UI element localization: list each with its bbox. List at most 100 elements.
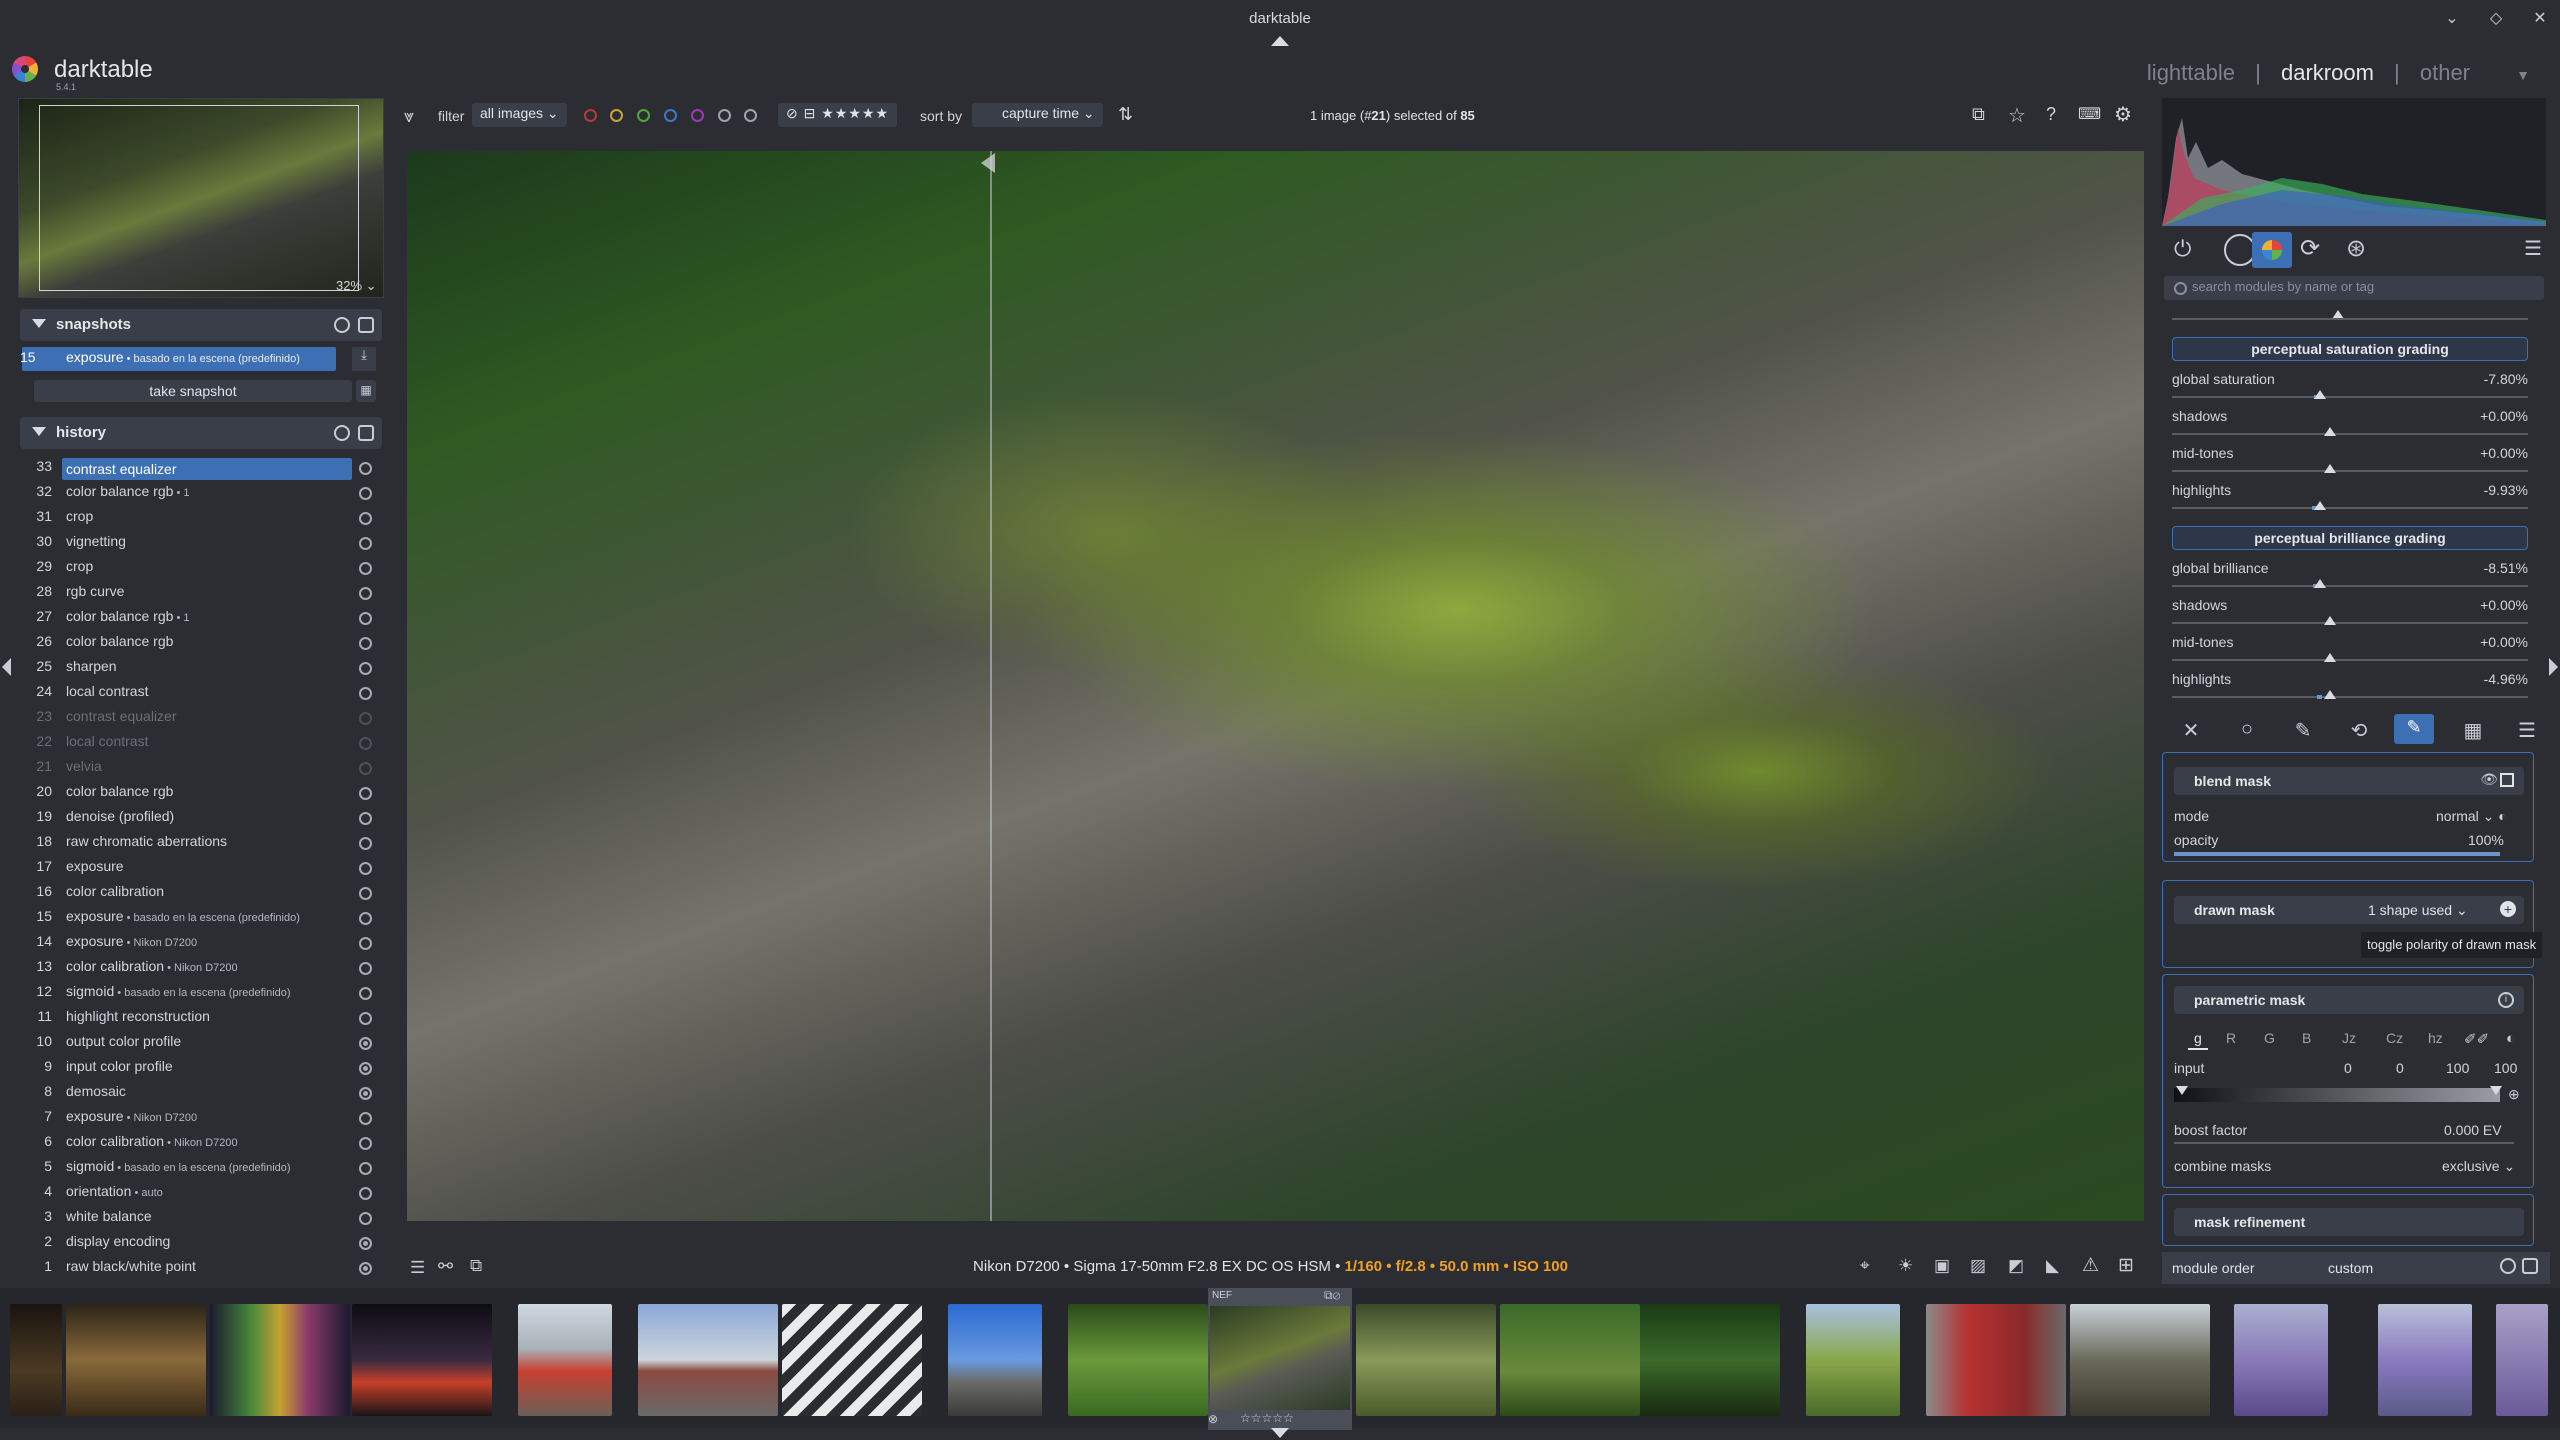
- guides-icon[interactable]: ⊞: [2118, 1254, 2134, 1277]
- brilliance-slider[interactable]: mid-tones +0.00%: [2172, 634, 2528, 670]
- color-label-gray-icon[interactable]: [718, 109, 731, 122]
- module-order-bar[interactable]: module order custom: [2162, 1252, 2550, 1284]
- history-item[interactable]: 10 output color profile: [24, 1033, 376, 1057]
- brilliance-slider[interactable]: highlights -4.96%: [2172, 671, 2528, 707]
- history-item[interactable]: 18 raw chromatic aberrations: [24, 833, 376, 857]
- channel-tab-g[interactable]: g: [2188, 1030, 2208, 1050]
- filter-dropdown[interactable]: all images ⌄: [472, 103, 567, 127]
- gear-icon[interactable]: ⚙: [2114, 102, 2132, 127]
- channel-tab-hz[interactable]: hz: [2428, 1030, 2443, 1046]
- chevron-down-icon[interactable]: ▼: [2516, 67, 2530, 83]
- history-item[interactable]: 3 white balance: [24, 1208, 376, 1232]
- keyboard-icon[interactable]: ⌨: [2078, 104, 2101, 124]
- slider-marker-icon[interactable]: [2314, 579, 2326, 588]
- navigation-viewport-frame[interactable]: [39, 105, 359, 291]
- effect-group-icon[interactable]: ⊛: [2346, 234, 2366, 263]
- color-label-yellow-icon[interactable]: [610, 109, 623, 122]
- channel-tab-b[interactable]: B: [2302, 1030, 2311, 1046]
- history-item[interactable]: 2 display encoding: [24, 1233, 376, 1257]
- filmstrip-thumbnail[interactable]: [66, 1304, 206, 1416]
- color-picker-icon[interactable]: ✐✐: [2464, 1030, 2489, 1048]
- history-item[interactable]: 28 rgb curve: [24, 583, 376, 607]
- zoom-level[interactable]: 32% ⌄: [336, 278, 377, 294]
- color-label-and-icon[interactable]: [744, 109, 757, 122]
- history-item[interactable]: 13 color calibration • Nikon D7200: [24, 958, 376, 982]
- history-item[interactable]: 7 exposure • Nikon D7200: [24, 1108, 376, 1132]
- snapshot-grid-icon[interactable]: ▦: [356, 380, 376, 402]
- restore-snapshot-icon[interactable]: ⤓: [352, 347, 376, 371]
- filmstrip-thumbnail[interactable]: [2070, 1304, 2210, 1416]
- presets-menu-icon[interactable]: ☰: [2524, 236, 2542, 261]
- collapse-top-panel-icon[interactable]: [1271, 36, 1289, 46]
- before-after-divider[interactable]: [990, 151, 992, 1221]
- history-item[interactable]: 24 local contrast: [24, 683, 376, 707]
- take-snapshot-button[interactable]: take snapshot: [34, 380, 352, 402]
- uniform-blend-icon[interactable]: ○: [2232, 718, 2262, 741]
- history-item[interactable]: 6 color calibration • Nikon D7200: [24, 1133, 376, 1157]
- parametric-mask-icon[interactable]: ⟲: [2344, 718, 2374, 743]
- history-item[interactable]: 21 velvia: [24, 758, 376, 782]
- history-item[interactable]: 23 contrast equalizer: [24, 708, 376, 732]
- view-lighttable[interactable]: lighttable: [2147, 60, 2235, 85]
- presets-icon[interactable]: [358, 317, 374, 333]
- reject-icon[interactable]: ⊗: [1208, 1412, 1218, 1426]
- parametric-mask-header[interactable]: parametric mask i: [2174, 986, 2524, 1014]
- boost-factor-slider[interactable]: [2174, 1142, 2514, 1144]
- histogram[interactable]: [2162, 98, 2546, 226]
- color-label-purple-icon[interactable]: [691, 109, 704, 122]
- slider-marker-icon[interactable]: [2324, 690, 2336, 699]
- power-icon[interactable]: ⏻: [2174, 236, 2191, 262]
- filmstrip-thumbnail[interactable]: [1806, 1304, 1900, 1416]
- eye-icon[interactable]: 👁: [2480, 771, 2498, 788]
- sort-dropdown[interactable]: capture time ⌄: [972, 103, 1103, 127]
- drawn-mask-header[interactable]: drawn mask 1 shape used ⌄ +: [2174, 896, 2524, 924]
- input-value[interactable]: 0: [2344, 1060, 2352, 1076]
- input-value[interactable]: 100: [2494, 1060, 2517, 1076]
- channel-tab-r[interactable]: R: [2226, 1030, 2236, 1046]
- filmstrip-thumbnail[interactable]: [210, 1304, 350, 1416]
- range-marker-icon[interactable]: [2176, 1086, 2188, 1095]
- history-item[interactable]: 19 denoise (profiled): [24, 808, 376, 832]
- slider-marker-icon[interactable]: [2324, 427, 2336, 436]
- blend-presets-icon[interactable]: ☰: [2512, 718, 2542, 743]
- filmstrip-thumbnail[interactable]: [638, 1304, 778, 1416]
- collapse-left-panel-icon[interactable]: [2, 658, 11, 676]
- plus-icon[interactable]: +: [2500, 901, 2516, 917]
- history-item[interactable]: 5 sigmoid • basado en la escena (predefin…: [24, 1158, 376, 1182]
- history-item[interactable]: 25 sharpen: [24, 658, 376, 682]
- clipping-indicator-icon[interactable]: ▨: [1970, 1256, 1986, 1276]
- star-rating[interactable]: ☆☆☆☆☆: [1240, 1411, 1294, 1425]
- slider-marker-icon[interactable]: [2314, 501, 2326, 510]
- mask-refinement-header[interactable]: mask refinement: [2174, 1208, 2524, 1236]
- blend-mode-dropdown[interactable]: normal ⌄ ◐: [2436, 808, 2507, 825]
- saturation-slider[interactable]: highlights -9.93%: [2172, 482, 2528, 518]
- range-marker-icon[interactable]: [2490, 1086, 2502, 1095]
- slider-marker-icon[interactable]: [2324, 464, 2336, 473]
- filmstrip-thumbnail[interactable]: [1500, 1304, 1640, 1416]
- color-label-red-icon[interactable]: [584, 109, 597, 122]
- shapes-used-dropdown[interactable]: 1 shape used ⌄: [2368, 902, 2468, 919]
- filmstrip-thumbnail[interactable]: [1926, 1304, 2066, 1416]
- input-range-gradient[interactable]: [2174, 1088, 2500, 1102]
- history-item[interactable]: 16 color calibration: [24, 883, 376, 907]
- filmstrip-thumbnail[interactable]: [948, 1304, 1042, 1416]
- image-canvas[interactable]: [407, 151, 2144, 1221]
- filmstrip-thumbnail[interactable]: [2378, 1304, 2472, 1416]
- history-item[interactable]: 22 local contrast: [24, 733, 376, 757]
- star-icon[interactable]: ☆: [2008, 103, 2026, 128]
- close-icon[interactable]: ✕: [2528, 8, 2552, 28]
- filmstrip-thumbnail[interactable]: [10, 1304, 62, 1416]
- history-item[interactable]: 20 color balance rgb: [24, 783, 376, 807]
- color-label-blue-icon[interactable]: [664, 109, 677, 122]
- history-item[interactable]: 11 highlight reconstruction: [24, 1008, 376, 1032]
- raw-overexposed-icon[interactable]: ▣: [1934, 1256, 1950, 1276]
- invert-polarity-icon[interactable]: ◐: [2506, 1030, 2515, 1047]
- color-label-green-icon[interactable]: [637, 109, 650, 122]
- filmstrip-thumbnail[interactable]: [2496, 1304, 2548, 1416]
- history-item[interactable]: 15 exposure • basado en la escena (predef…: [24, 908, 376, 932]
- blend-off-icon[interactable]: ✕: [2176, 718, 2206, 743]
- history-item[interactable]: 17 exposure: [24, 858, 376, 882]
- snapshot-item[interactable]: 15 exposure • basado en la escena (prede…: [20, 347, 376, 373]
- warning-icon[interactable]: ⚠: [2082, 1254, 2099, 1277]
- mask-display-icon[interactable]: [2500, 773, 2514, 787]
